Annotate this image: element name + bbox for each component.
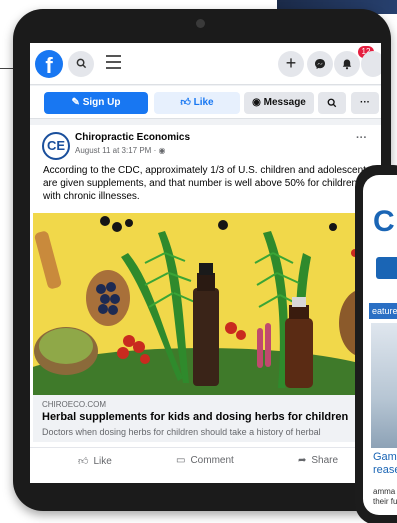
page-name-link[interactable]: Chiropractic Economics — [75, 132, 190, 143]
phone-title-line: rease — [373, 464, 397, 476]
sign-up-label: Sign Up — [82, 97, 121, 108]
phone-frame: C eatured Gam rease amma cry their fu — [355, 165, 397, 523]
thumbs-up-icon: 👍︎ — [78, 456, 89, 467]
plus-button[interactable]: + — [278, 51, 304, 77]
thumbs-up-icon: 👍︎ — [180, 97, 194, 108]
phone-title-line: Gam — [373, 451, 397, 463]
post-menu-button[interactable]: ··· — [356, 132, 367, 144]
phone-desc-line: amma cry — [373, 487, 397, 496]
tablet-frame: f + 12 ✎ Sign Up 👍︎ Like ◉ Message ··· C… — [13, 9, 391, 511]
profile-avatar[interactable] — [361, 51, 381, 77]
bell-icon — [342, 59, 352, 70]
phone-featured-tag: eatured — [369, 303, 397, 319]
phone-article-image — [371, 323, 397, 448]
message-label: Message — [263, 97, 306, 108]
messenger-icon: ◉ — [252, 97, 264, 108]
share-label: Share — [311, 455, 339, 466]
herbal-supplements-image[interactable] — [33, 213, 378, 395]
like-label: Like — [193, 97, 214, 108]
message-button[interactable]: ◉ Message — [244, 92, 314, 114]
notifications-button[interactable] — [334, 51, 360, 77]
link-description: Doctors when dosing herbs for children s… — [42, 427, 321, 437]
screenshot-stage: f + 12 ✎ Sign Up 👍︎ Like ◉ Message ··· C… — [0, 0, 397, 523]
comment-icon: ▭ — [176, 455, 186, 466]
plus-icon: + — [285, 53, 297, 73]
phone-article-description: amma cry their fu — [373, 487, 397, 507]
phone-logo: C — [373, 205, 395, 238]
post-reaction-row: 👍︎ Like ▭ Comment ➦ Share — [30, 447, 381, 477]
share-button[interactable]: ➦ Share — [298, 455, 338, 466]
like-post-label: Like — [93, 456, 112, 467]
pencil-icon: ✎ — [71, 97, 83, 108]
comment-label: Comment — [190, 455, 234, 466]
post-timestamp[interactable]: August 11 at 3:17 PM · ◉ — [75, 146, 165, 155]
facebook-page-screen: f + 12 ✎ Sign Up 👍︎ Like ◉ Message ··· C… — [30, 43, 381, 483]
hamburger-icon[interactable] — [106, 55, 121, 69]
page-search-button[interactable] — [318, 92, 346, 114]
search-button[interactable] — [68, 51, 94, 77]
share-icon: ➦ — [298, 455, 307, 466]
search-icon — [76, 58, 86, 69]
phone-desc-line: their fu — [373, 497, 397, 506]
phone-article-title[interactable]: Gam rease — [373, 451, 397, 477]
herbs-illustration — [33, 213, 378, 395]
link-title[interactable]: Herbal supplements for kids and dosing h… — [42, 411, 348, 423]
sign-up-button[interactable]: ✎ Sign Up — [44, 92, 148, 114]
like-page-button[interactable]: 👍︎ Like — [154, 92, 240, 114]
post-text-line: with chronic illnesses. — [43, 191, 140, 202]
camera-icon — [196, 19, 205, 28]
search-icon — [327, 98, 337, 108]
more-options-button[interactable]: ··· — [351, 92, 379, 114]
phone-screen: C eatured Gam rease amma cry their fu — [363, 175, 397, 515]
page-avatar[interactable]: CE — [42, 132, 70, 160]
facebook-top-bar: f + 12 — [30, 43, 381, 85]
link-domain: CHIROECO.COM — [42, 400, 106, 409]
page-action-row: ✎ Sign Up 👍︎ Like ◉ Message ··· — [30, 86, 381, 119]
post-text-line: are given supplements, and that number i… — [43, 178, 358, 189]
post-text-line: According to the CDC, approximately 1/3 … — [43, 165, 371, 176]
phone-button[interactable] — [376, 257, 397, 279]
messenger-icon — [315, 59, 325, 69]
post-text: According to the CDC, approximately 1/3 … — [43, 164, 378, 203]
facebook-logo-icon[interactable]: f — [35, 50, 63, 78]
link-preview[interactable]: CHIROECO.COM Herbal supplements for kids… — [33, 395, 378, 442]
like-post-button[interactable]: 👍︎ Like — [78, 455, 112, 467]
post-card: CE Chiropractic Economics August 11 at 3… — [30, 125, 381, 483]
comment-button[interactable]: ▭ Comment — [176, 455, 234, 466]
messenger-button[interactable] — [307, 51, 333, 77]
